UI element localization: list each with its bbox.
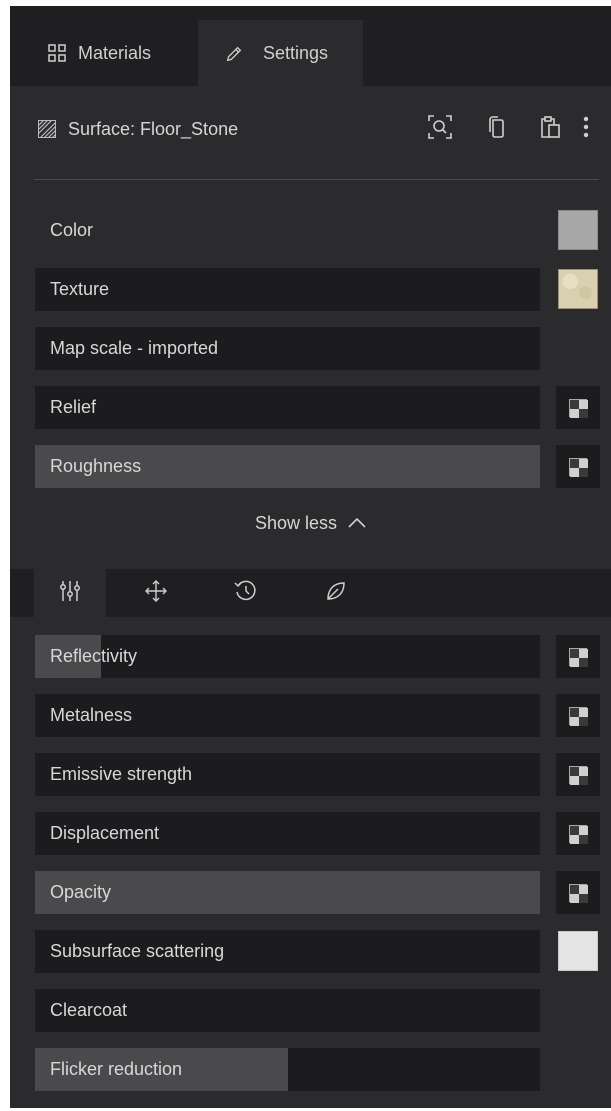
clipboard-icon xyxy=(538,115,562,144)
checkerboard-icon xyxy=(569,883,588,903)
property-subsurface-row[interactable]: Subsurface scattering xyxy=(35,930,540,973)
tab-bar: Materials Settings xyxy=(10,6,611,86)
show-less-toggle[interactable]: Show less xyxy=(10,513,611,534)
chevron-up-icon xyxy=(348,513,366,534)
zoom-inspect-icon xyxy=(427,114,453,145)
paste-button[interactable] xyxy=(535,114,565,144)
property-label: Clearcoat xyxy=(50,1000,128,1020)
property-label: Opacity xyxy=(50,882,112,902)
tab-settings[interactable]: Settings xyxy=(198,20,363,86)
tab-adjustments[interactable] xyxy=(34,569,106,617)
tab-history[interactable] xyxy=(210,569,282,617)
property-label: Metalness xyxy=(50,705,133,725)
tab-materials[interactable]: Materials xyxy=(10,20,198,86)
more-options-button[interactable] xyxy=(578,114,594,144)
property-label: Texture xyxy=(50,279,110,299)
subsurface-color-swatch[interactable] xyxy=(558,931,598,971)
property-label: Emissive strength xyxy=(50,764,193,784)
tab-eco[interactable] xyxy=(300,569,372,617)
checkerboard-icon xyxy=(569,765,588,785)
checkerboard-icon xyxy=(569,647,588,667)
reflectivity-map-button[interactable] xyxy=(556,635,600,678)
hatched-surface-icon xyxy=(37,119,57,139)
property-label: Displacement xyxy=(50,823,160,843)
property-label: Relief xyxy=(50,397,97,417)
property-clearcoat-row[interactable]: Clearcoat xyxy=(35,989,540,1032)
relief-map-button[interactable] xyxy=(556,386,600,429)
property-displacement-row[interactable]: Displacement xyxy=(35,812,540,855)
show-less-label: Show less xyxy=(254,513,338,533)
tab-transform[interactable] xyxy=(120,569,192,617)
property-label: Color xyxy=(50,220,94,240)
property-label: Roughness xyxy=(50,456,142,476)
metalness-map-button[interactable] xyxy=(556,694,600,737)
stone-texture-thumbnail[interactable] xyxy=(558,269,598,309)
surface-header: Surface: Floor_Stone xyxy=(10,86,611,181)
header-divider xyxy=(34,179,599,180)
move-arrows-icon xyxy=(143,578,169,609)
copy-button[interactable] xyxy=(482,114,512,144)
color-swatch[interactable] xyxy=(558,210,598,250)
pencil-icon xyxy=(225,44,243,62)
property-roughness-row[interactable]: Roughness xyxy=(35,445,540,488)
checkerboard-icon xyxy=(569,706,588,726)
property-label: Flicker reduction xyxy=(50,1059,183,1079)
material-settings-panel: Materials Settings Surface: Floor_Stone xyxy=(10,6,611,1108)
property-color-row[interactable]: Color xyxy=(35,209,540,252)
property-label: Subsurface scattering xyxy=(50,941,225,961)
sub-tab-bar xyxy=(10,569,611,617)
property-texture-row[interactable]: Texture xyxy=(35,268,540,311)
checkerboard-icon xyxy=(569,457,588,477)
tab-settings-label: Settings xyxy=(263,42,329,63)
property-reflectivity-row[interactable]: Reflectivity xyxy=(35,635,540,678)
roughness-map-button[interactable] xyxy=(556,445,600,488)
property-map-scale-row[interactable]: Map scale - imported xyxy=(35,327,540,370)
property-metalness-row[interactable]: Metalness xyxy=(35,694,540,737)
grid-icon xyxy=(48,44,66,62)
history-icon xyxy=(233,578,259,609)
property-opacity-row[interactable]: Opacity xyxy=(35,871,540,914)
sliders-icon xyxy=(59,579,81,608)
property-emissive-row[interactable]: Emissive strength xyxy=(35,753,540,796)
checkerboard-icon xyxy=(569,824,588,844)
property-relief-row[interactable]: Relief xyxy=(35,386,540,429)
copy-icon xyxy=(486,115,508,144)
leaf-icon xyxy=(324,579,348,608)
surface-name: Surface: Floor_Stone xyxy=(68,119,239,139)
property-label: Reflectivity xyxy=(50,646,138,666)
displacement-map-button[interactable] xyxy=(556,812,600,855)
checkerboard-icon xyxy=(569,398,588,418)
inspect-button[interactable] xyxy=(425,114,455,144)
more-vertical-icon xyxy=(583,115,589,144)
tab-materials-label: Materials xyxy=(78,42,152,63)
property-label: Map scale - imported xyxy=(50,338,219,358)
opacity-map-button[interactable] xyxy=(556,871,600,914)
property-flicker-row[interactable]: Flicker reduction xyxy=(35,1048,540,1091)
emissive-map-button[interactable] xyxy=(556,753,600,796)
